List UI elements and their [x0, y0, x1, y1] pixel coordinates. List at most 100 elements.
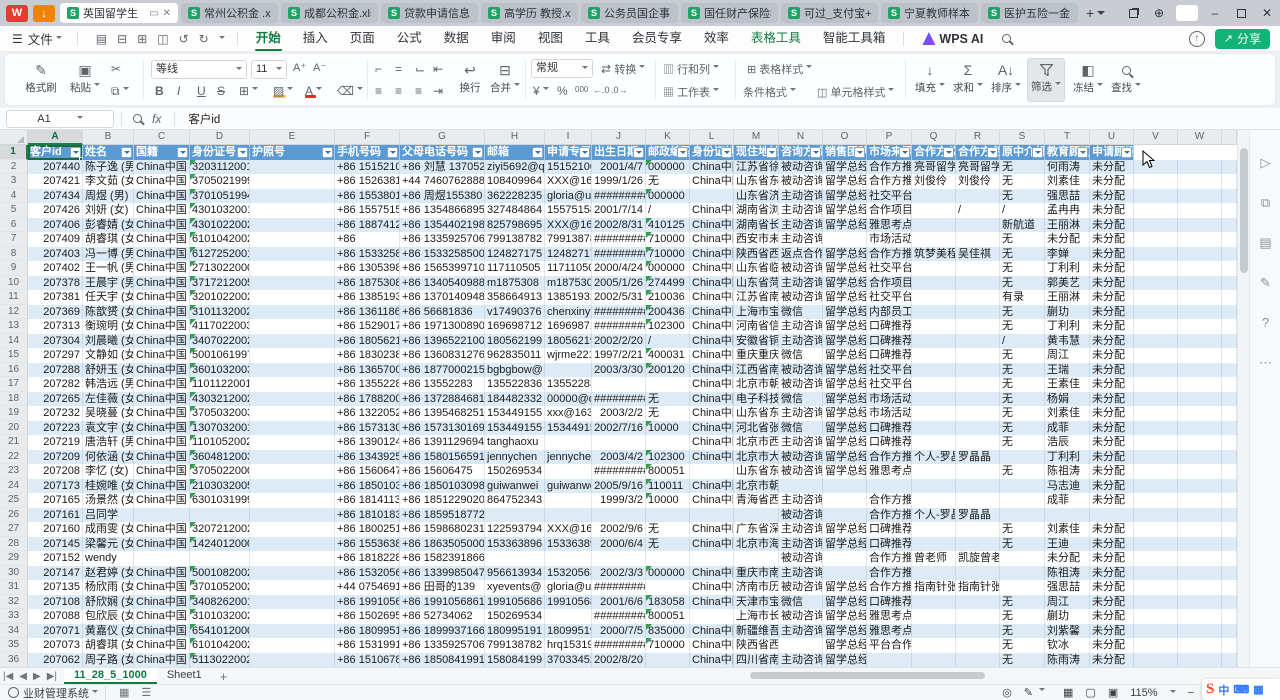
cell-empty[interactable]	[1178, 232, 1222, 247]
cell-S26[interactable]	[1000, 508, 1045, 523]
cell-N16[interactable]: 被动咨询	[779, 363, 823, 378]
cell-L10[interactable]: China中国	[690, 276, 734, 291]
cell-H23[interactable]: 150269534	[485, 464, 545, 479]
cell-S33[interactable]: 无	[1000, 609, 1045, 624]
cell-T27[interactable]: 刘素佳	[1045, 522, 1090, 537]
header-cell-Q1[interactable]: 合作方公司	[912, 145, 956, 160]
cell-empty[interactable]	[1178, 435, 1222, 450]
cell-D32[interactable]: 340826200106060020	[190, 595, 250, 610]
conditional-format-button[interactable]: 条件格式	[743, 84, 796, 100]
cell-F4[interactable]: +86 15538019	[335, 189, 400, 204]
cell-empty[interactable]	[1178, 551, 1222, 566]
cell-J36[interactable]: 2002/8/20	[592, 653, 646, 668]
cell-O25[interactable]	[823, 493, 867, 508]
cell-K29[interactable]	[646, 551, 690, 566]
cell-empty[interactable]	[1178, 522, 1222, 537]
cell-B28[interactable]: 梁馨元 (女	[83, 537, 134, 552]
cell-C14[interactable]: China中国	[134, 334, 190, 349]
clipboard-panel-icon[interactable]: ⧉	[1250, 190, 1280, 216]
cell-H36[interactable]: 158084199	[485, 653, 545, 668]
cell-F21[interactable]: +86 13901242	[335, 435, 400, 450]
cell-U25[interactable]: 未分配	[1090, 493, 1134, 508]
filter-dropdown-icon[interactable]	[121, 147, 132, 158]
cell-S15[interactable]: 无	[1000, 348, 1045, 363]
cell-C15[interactable]: China中国	[134, 348, 190, 363]
cell-empty[interactable]	[1178, 189, 1222, 204]
cell-M10[interactable]: 山东省菏泽	[734, 276, 779, 291]
cell-K15[interactable]: 400031	[646, 348, 690, 363]
cell-I12[interactable]: chenxinyur	[545, 305, 592, 320]
cell-N14[interactable]: 主动咨询	[779, 334, 823, 349]
cell-empty[interactable]	[1134, 348, 1178, 363]
cell-O2[interactable]: 留学总经办	[823, 160, 867, 175]
cell-F7[interactable]: +86	[335, 232, 400, 247]
cell-G11[interactable]: +86 1370140948	[400, 290, 485, 305]
cell-empty[interactable]	[1134, 160, 1178, 175]
cell-C5[interactable]: China中国	[134, 203, 190, 218]
cell-E8[interactable]	[250, 247, 335, 262]
document-tab-4[interactable]: S高学历 教授.xlsx	[481, 3, 578, 23]
cell-B23[interactable]: 李忆 (女)	[83, 464, 134, 479]
cell-empty[interactable]	[1222, 276, 1237, 291]
cell-D23[interactable]: 370502200012272047	[190, 464, 250, 479]
layout-switch-icon[interactable]	[1120, 0, 1146, 26]
cell-empty[interactable]	[1222, 479, 1237, 494]
cell-I16[interactable]	[545, 363, 592, 378]
cell-I4[interactable]: gloria@uki	[545, 189, 592, 204]
cell-N25[interactable]: 主动咨询	[779, 493, 823, 508]
document-tab-1[interactable]: S常州公积金 .xlsx	[181, 3, 278, 23]
cell-O5[interactable]: 留学总经办	[823, 203, 867, 218]
row-number-2[interactable]: 2	[0, 160, 28, 175]
cell-L8[interactable]: China中国	[690, 247, 734, 262]
cell-S6[interactable]: 新航道	[1000, 218, 1045, 233]
cell-E35[interactable]	[250, 638, 335, 653]
cell-E9[interactable]	[250, 261, 335, 276]
row-number-33[interactable]: 33	[0, 609, 28, 624]
cell-U15[interactable]: 未分配	[1090, 348, 1134, 363]
cell-D12[interactable]: 310113200211152925	[190, 305, 250, 320]
row-number-36[interactable]: 36	[0, 653, 28, 668]
cell-Q10[interactable]	[912, 276, 956, 291]
cell-T10[interactable]: 郭美艺	[1045, 276, 1090, 291]
cell-N22[interactable]: 被动咨询	[779, 450, 823, 465]
cell-empty[interactable]	[1178, 421, 1222, 436]
cell-J14[interactable]: 2002/2/20	[592, 334, 646, 349]
cell-U21[interactable]: 未分配	[1090, 435, 1134, 450]
cell-E6[interactable]	[250, 218, 335, 233]
cell-C16[interactable]: China中国	[134, 363, 190, 378]
cell-T7[interactable]: 未分配	[1045, 232, 1090, 247]
cell-R3[interactable]: 刘俊伶	[956, 174, 1000, 189]
cell-T5[interactable]: 孟冉冉	[1045, 203, 1090, 218]
cell-K28[interactable]: 无	[646, 537, 690, 552]
cell-G24[interactable]: +86 1850103098	[400, 479, 485, 494]
indent-decrease-icon[interactable]: ⇤	[433, 62, 443, 76]
cell-N7[interactable]: 主动咨询	[779, 232, 823, 247]
cell-E30[interactable]	[250, 566, 335, 581]
cell-S18[interactable]: 无	[1000, 392, 1045, 407]
cell-R21[interactable]	[956, 435, 1000, 450]
cell-R24[interactable]	[956, 479, 1000, 494]
cell-P26[interactable]: 合作方推荐,	[867, 508, 912, 523]
cell-S35[interactable]: 无	[1000, 638, 1045, 653]
add-sheet-button[interactable]: +	[220, 669, 228, 684]
column-header-J[interactable]: J	[592, 130, 646, 145]
share-button[interactable]: ↗ 分享	[1215, 29, 1270, 49]
cell-K7[interactable]: 710000	[646, 232, 690, 247]
table-style-button[interactable]: ⊞ 表格样式	[747, 61, 812, 77]
cell-U2[interactable]: 未分配	[1090, 160, 1134, 175]
header-cell-B1[interactable]: 姓名	[83, 145, 134, 160]
cell-D25[interactable]: 630103199903020823	[190, 493, 250, 508]
cell-U10[interactable]: 未分配	[1090, 276, 1134, 291]
cell-K33[interactable]: 800051	[646, 609, 690, 624]
cell-M5[interactable]: 湖南省浏阳	[734, 203, 779, 218]
align-right-icon[interactable]: ≡	[415, 84, 422, 98]
cell-U4[interactable]: 未分配	[1090, 189, 1134, 204]
cell-D11[interactable]: 32010220020531242X	[190, 290, 250, 305]
cell-S27[interactable]: 无	[1000, 522, 1045, 537]
cell-empty[interactable]	[1222, 566, 1237, 581]
menu-tab-11[interactable]: 智能工具箱	[812, 26, 897, 52]
cell-A11[interactable]: 207381	[28, 290, 83, 305]
cell-J35[interactable]: #########	[592, 638, 646, 653]
cell-C33[interactable]: China中国	[134, 609, 190, 624]
cell-I22[interactable]: jennychen	[545, 450, 592, 465]
